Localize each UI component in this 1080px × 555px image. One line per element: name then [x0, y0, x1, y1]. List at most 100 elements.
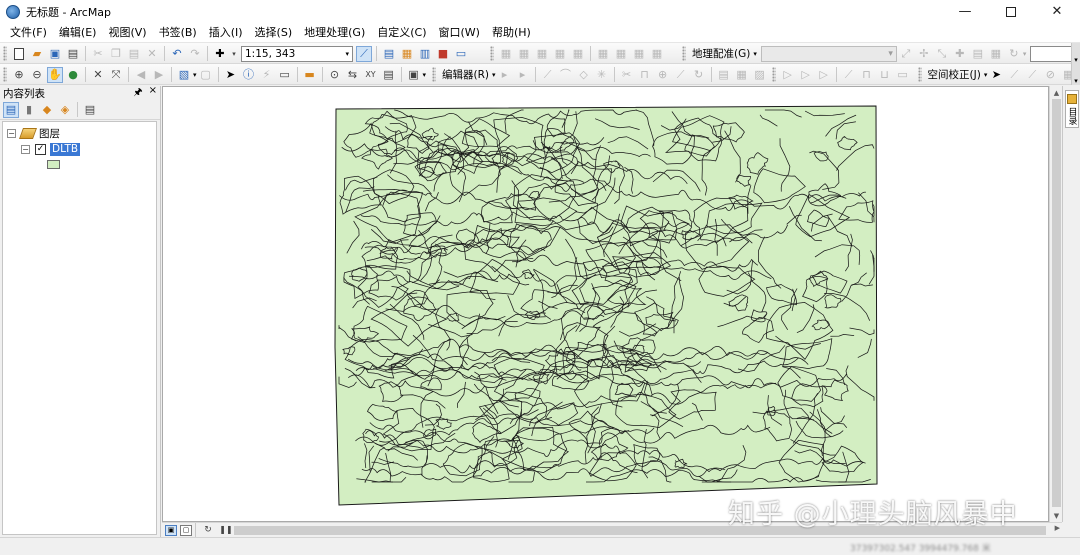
map-view[interactable] — [162, 86, 1049, 522]
editor-menu[interactable]: 编辑器(R) — [439, 67, 492, 82]
toolbar-grip[interactable] — [490, 46, 494, 61]
copy-icon[interactable]: ❐ — [108, 46, 124, 62]
curve-icon[interactable]: ⌒ — [558, 67, 574, 83]
find-route-icon[interactable]: ⇆ — [345, 67, 361, 83]
toc-root-layers[interactable]: − 图层 — [7, 126, 60, 140]
viewer-icon[interactable]: ▦ — [988, 46, 1004, 62]
back-arrow-icon[interactable]: ◀ — [133, 67, 149, 83]
straight-segment-icon[interactable]: ⟋ — [540, 67, 556, 83]
georeferencing-layer-combobox[interactable]: ▾ — [760, 45, 897, 62]
create-viewer-window-icon[interactable]: ▣ — [406, 67, 422, 83]
new-document-icon[interactable] — [11, 46, 27, 62]
cut-polygon-icon[interactable]: ⊕ — [655, 67, 671, 83]
add-data-dropdown-icon[interactable]: ▾ — [230, 46, 238, 62]
paste-icon[interactable]: ▤ — [126, 46, 142, 62]
clear-selection-icon[interactable]: ▢ — [198, 67, 214, 83]
modify-link-icon[interactable]: ⟋ — [1024, 67, 1040, 83]
html-popup-icon[interactable]: ▭ — [277, 67, 293, 83]
vertex-icon[interactable]: ▷ — [816, 67, 832, 83]
pin-icon[interactable]: 🖈 — [133, 85, 142, 102]
data-view-button[interactable]: ▣ — [165, 524, 177, 536]
grid-icon[interactable]: ▦ — [595, 46, 611, 62]
time-slider-icon[interactable]: ▤ — [381, 67, 397, 83]
toolbar-grip[interactable] — [3, 46, 7, 61]
shift-icon[interactable]: ✢ — [916, 46, 932, 62]
map-scale-combobox[interactable]: 1:15, 343 ▾ — [241, 45, 353, 62]
full-extent-globe-icon[interactable]: ● — [65, 67, 81, 83]
menu-geoprocessing[interactable]: 地理处理(G) — [298, 23, 371, 43]
topology-icon[interactable]: ▭ — [895, 67, 911, 83]
refresh-icon[interactable]: ↻ — [200, 522, 216, 538]
forward-arrow-icon[interactable]: ▶ — [151, 67, 167, 83]
fixed-zoom-in-icon[interactable]: ✕ — [90, 67, 106, 83]
snap-icon[interactable]: ▦ — [570, 46, 586, 62]
reshape-icon[interactable]: ⊓ — [637, 67, 653, 83]
list-by-selection-icon[interactable]: ◈ — [57, 102, 73, 118]
grid-icon[interactable]: ▦ — [613, 46, 629, 62]
maximize-button[interactable] — [988, 0, 1034, 23]
editor-toolbar-icon[interactable]: ⟋ — [356, 45, 372, 62]
link-table-icon[interactable]: ▤ — [970, 46, 986, 62]
new-displacement-link-icon[interactable]: ⟋ — [1006, 67, 1022, 83]
menu-selection[interactable]: 选择(S) — [249, 23, 299, 43]
toolbar-grip[interactable] — [771, 67, 776, 82]
vertical-scrollbar[interactable]: ▲ ▼ — [1049, 86, 1062, 522]
toolbar-options-icon[interactable]: ▾ — [1071, 43, 1080, 64]
collapse-icon[interactable]: − — [21, 144, 30, 154]
menu-file[interactable]: 文件(F) — [4, 23, 53, 43]
rotate-icon[interactable]: ⤢ — [898, 46, 914, 62]
chevron-down-icon[interactable]: ▾ — [423, 71, 427, 79]
layer-symbol-swatch[interactable] — [47, 160, 60, 169]
redo-icon[interactable]: ↷ — [187, 46, 203, 62]
map-canvas[interactable] — [163, 87, 1050, 523]
measure-icon[interactable]: ▬ — [302, 67, 318, 83]
chevron-down-icon[interactable]: ▾ — [753, 50, 757, 58]
toolbar-grip[interactable] — [3, 67, 7, 82]
layout-view-button[interactable]: ▢ — [180, 524, 192, 536]
grid-icon[interactable]: ▦ — [631, 46, 647, 62]
list-by-visibility-icon[interactable]: ◆ — [39, 102, 55, 118]
topology-icon[interactable]: ⊔ — [877, 67, 893, 83]
layer-name[interactable]: DLTB — [50, 142, 81, 156]
scroll-right-icon[interactable]: ▶ — [1055, 524, 1060, 532]
add-control-points-icon[interactable]: ✚ — [952, 46, 968, 62]
close-button[interactable]: ✕ — [1034, 0, 1080, 23]
list-by-source-icon[interactable]: ▮ — [21, 102, 37, 118]
spatial-adjustment-menu[interactable]: 空间校正(J) — [925, 67, 984, 82]
sketch-properties-icon[interactable]: ▦ — [734, 67, 750, 83]
select-features-icon[interactable]: ▧ — [176, 67, 192, 83]
select-elements-arrow-icon[interactable]: ➤ — [223, 67, 239, 83]
zoom-in-icon[interactable]: ⊕ — [11, 67, 27, 83]
select-elements-arrow-icon[interactable]: ➤ — [988, 67, 1004, 83]
catalog-icon[interactable]: ▦ — [399, 46, 415, 62]
list-by-drawing-order-icon[interactable]: ▤ — [3, 101, 19, 118]
add-data-icon[interactable]: ✚ — [212, 46, 228, 62]
scale-icon[interactable]: ⤡ — [934, 46, 950, 62]
chevron-down-icon[interactable]: ▾ — [1023, 50, 1027, 58]
save-icon[interactable]: ▣ — [47, 46, 63, 62]
grid-icon[interactable]: ▦ — [649, 46, 665, 62]
point-icon[interactable]: ◇ — [576, 67, 592, 83]
menu-help[interactable]: 帮助(H) — [486, 23, 537, 43]
print-icon[interactable]: ▤ — [65, 46, 81, 62]
catalog-dock-tab[interactable]: 目录 — [1065, 90, 1079, 128]
toc-layer-row[interactable]: − ✓ DLTB — [21, 142, 81, 156]
create-features-icon[interactable]: ▨ — [752, 67, 768, 83]
topology-icon[interactable]: ⟋ — [841, 67, 857, 83]
snap-point-icon[interactable]: ✳ — [594, 67, 610, 83]
menu-bookmarks[interactable]: 书签(B) — [153, 23, 203, 43]
toc-options-icon[interactable]: ▤ — [82, 102, 98, 118]
go-to-xy-icon[interactable]: XY — [363, 67, 379, 83]
vertical-scroll-thumb[interactable] — [1052, 99, 1061, 507]
toolbar-grip[interactable] — [682, 46, 686, 61]
undo-icon[interactable]: ↶ — [169, 46, 185, 62]
split-line-icon[interactable]: ⟋ — [673, 67, 689, 83]
georeferencing-menu[interactable]: 地理配准(G) — [689, 46, 753, 61]
menu-customize[interactable]: 自定义(C) — [371, 23, 432, 43]
pause-drawing-icon[interactable]: ❚❚ — [218, 522, 234, 538]
vertex-icon[interactable]: ▷ — [780, 67, 796, 83]
search-window-icon[interactable]: ▥ — [417, 46, 433, 62]
python-window-icon[interactable]: ▭ — [453, 46, 469, 62]
close-icon[interactable]: × — [149, 85, 157, 102]
rotate-tool-icon[interactable]: ↻ — [691, 67, 707, 83]
